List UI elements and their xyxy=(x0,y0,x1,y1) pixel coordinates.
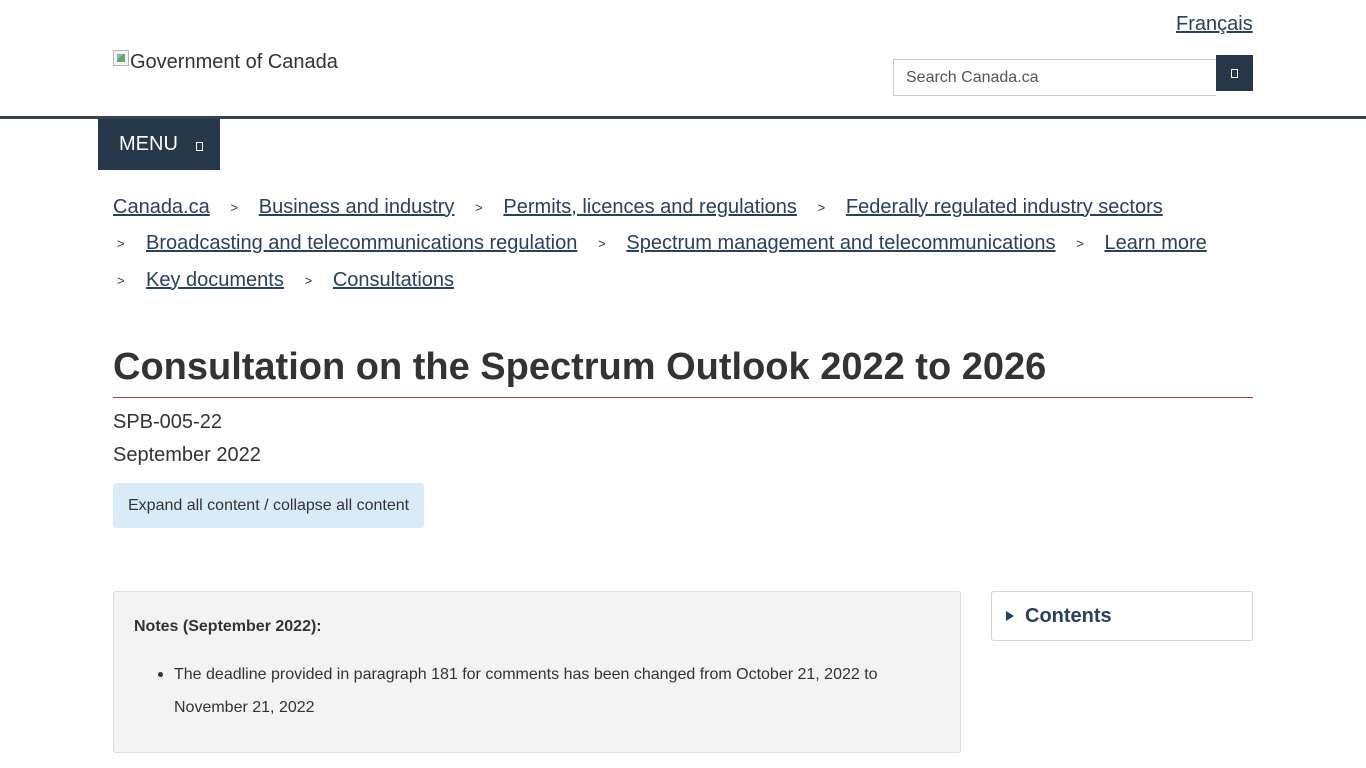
notes-heading: Notes (September 2022): xyxy=(134,618,322,635)
breadcrumb-separator: > xyxy=(475,199,483,215)
expand-triangle-icon xyxy=(1006,611,1014,621)
breadcrumb-link-broadcasting[interactable]: Broadcasting and telecommunications regu… xyxy=(146,232,577,255)
breadcrumb-row: Canada.ca > Business and industry > Perm… xyxy=(113,195,1163,219)
title-underline xyxy=(113,397,1253,398)
breadcrumb-separator: > xyxy=(598,235,606,251)
publication-date: September 2022 xyxy=(113,444,261,466)
contents-toggle[interactable]: Contents xyxy=(991,591,1253,641)
bullet-icon xyxy=(158,672,163,677)
contents-label: Contents xyxy=(1025,604,1112,627)
menu-button[interactable]: MENU xyxy=(98,119,220,170)
search-button[interactable] xyxy=(1216,55,1253,91)
breadcrumb-separator: > xyxy=(117,235,125,251)
search-input[interactable] xyxy=(893,59,1216,96)
broken-image-icon xyxy=(113,50,129,66)
breadcrumb-link-permits[interactable]: Permits, licences and regulations xyxy=(503,196,796,219)
breadcrumb-link-business[interactable]: Business and industry xyxy=(259,196,455,219)
breadcrumb-row: > Key documents > Consultations xyxy=(113,268,454,292)
breadcrumb-separator: > xyxy=(117,272,125,288)
page-title: Consultation on the Spectrum Outlook 202… xyxy=(113,346,1047,388)
language-toggle-link[interactable]: Français xyxy=(1176,12,1253,36)
breadcrumb-link-canada[interactable]: Canada.ca xyxy=(113,196,210,219)
menu-label: MENU xyxy=(119,133,178,155)
expand-collapse-all-button[interactable]: Expand all content / collapse all conten… xyxy=(113,483,424,528)
government-of-canada-logo[interactable]: Government of Canada xyxy=(113,50,338,74)
breadcrumb-separator: > xyxy=(817,199,826,215)
breadcrumb-link-key-documents[interactable]: Key documents xyxy=(146,269,284,292)
breadcrumb-row: > Broadcasting and telecommunications re… xyxy=(113,231,1207,255)
breadcrumb-link-learn-more[interactable]: Learn more xyxy=(1105,232,1207,255)
document-number: SPB-005-22 xyxy=(113,411,222,433)
breadcrumb-link-federally-regulated[interactable]: Federally regulated industry sectors xyxy=(846,196,1163,219)
breadcrumb-link-consultations[interactable]: Consultations xyxy=(333,269,454,292)
breadcrumb-separator: > xyxy=(304,272,313,288)
breadcrumb-separator: > xyxy=(230,199,239,215)
logo-alt-text: Government of Canada xyxy=(130,51,338,73)
notes-panel: Notes (September 2022): The deadline pro… xyxy=(113,591,961,753)
list-item: The deadline provided in paragraph 181 f… xyxy=(134,658,954,724)
note-text: The deadline provided in paragraph 181 f… xyxy=(174,666,878,716)
search-icon xyxy=(1231,68,1238,78)
breadcrumb-link-spectrum-management[interactable]: Spectrum management and telecommunicatio… xyxy=(626,232,1055,255)
breadcrumb-separator: > xyxy=(1076,235,1084,251)
chevron-down-icon xyxy=(195,142,203,151)
notes-list: The deadline provided in paragraph 181 f… xyxy=(134,658,954,724)
